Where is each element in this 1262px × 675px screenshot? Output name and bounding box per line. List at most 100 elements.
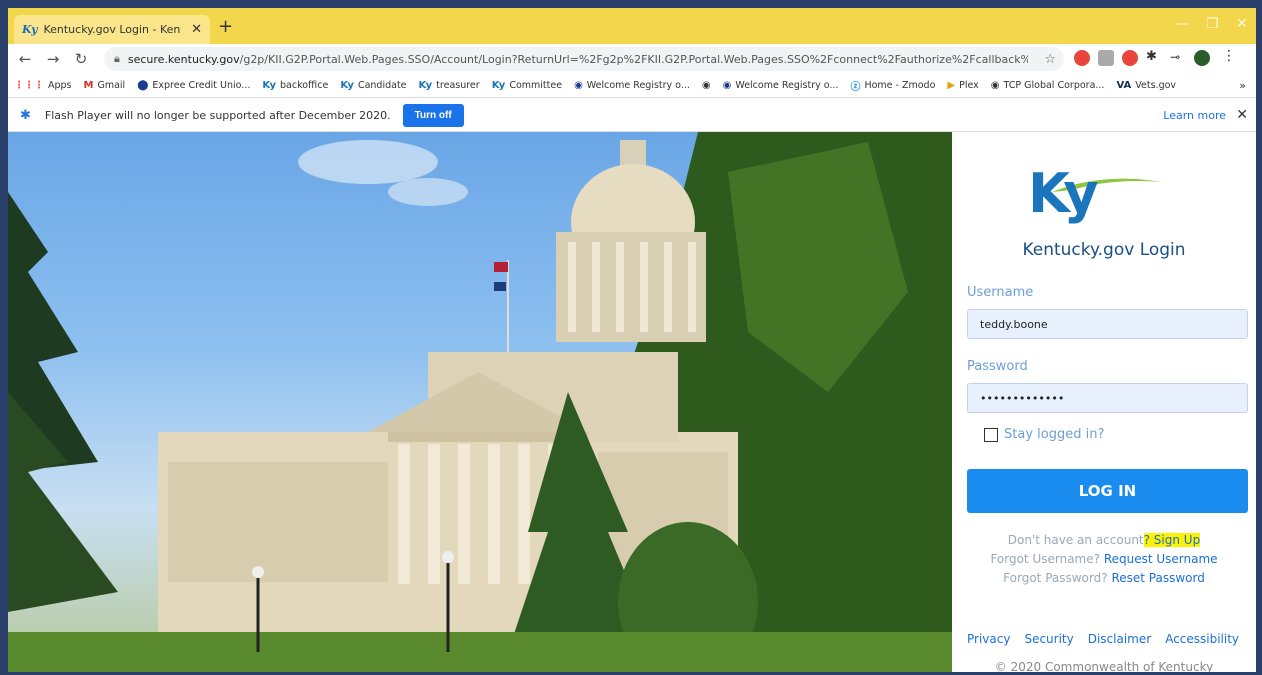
infobar-close-icon[interactable]: ✕ [1236, 107, 1248, 123]
forward-icon[interactable]: → [42, 50, 64, 68]
request-username-link[interactable]: Request Username [1104, 552, 1218, 566]
toolbar: ← → ↻ 🔒︎ secure.kentucky.gov/g2p/KII.G2P… [8, 44, 1256, 74]
extensions-puzzle-icon[interactable]: ✱ [1146, 49, 1162, 65]
copyright: © 2020 Commonwealth of Kentucky [994, 660, 1214, 672]
browser-window: Ky Kentucky.gov Login - Kentucky.g ✕ + —… [8, 8, 1256, 672]
login-panel: Ky Kentucky.gov Login Username Password … [952, 132, 1256, 672]
ky-icon: Ky [491, 80, 506, 91]
bookmarks-overflow-icon[interactable]: » [1239, 79, 1246, 92]
bookmark-label: backoffice [280, 80, 329, 91]
reset-password-link[interactable]: Reset Password [1111, 571, 1204, 585]
stay-logged-in-label: Stay logged in? [1004, 427, 1105, 442]
forgot-username-text: Forgot Username? [990, 552, 1100, 566]
password-label: Password [967, 359, 1028, 374]
ky-icon: Ky [418, 80, 433, 91]
stay-logged-in-checkbox[interactable] [984, 427, 998, 442]
menu-icon[interactable]: ⋮ [1222, 48, 1238, 64]
ky-icon: Ky [262, 80, 276, 91]
bookmarks-bar: ⋮⋮⋮ Apps M Gmail ⬤ Expree Credit Unio... Ky bac… [8, 74, 1256, 98]
footer-link-privacy[interactable]: Privacy [967, 632, 1010, 646]
profile-avatar[interactable] [1194, 50, 1210, 66]
lock-icon[interactable]: 🔒︎ [114, 52, 120, 66]
gmail-icon: M [83, 80, 94, 91]
bookmark-item[interactable]: Ky Committee [492, 80, 562, 91]
url-path: /g2p/KII.G2P.Portal.Web.Pages.SSO/Accoun… [239, 52, 1028, 66]
minimize-icon[interactable]: — [1176, 16, 1190, 32]
bookmark-item[interactable]: M Gmail [84, 80, 126, 91]
maximize-icon[interactable]: ❐ [1206, 16, 1219, 32]
tab-close-icon[interactable]: ✕ [191, 22, 202, 37]
key-icon[interactable]: ⊸ [1170, 50, 1186, 66]
bookmark-item[interactable]: ▶ Plex [947, 80, 978, 91]
footer-link-security[interactable]: Security [1024, 632, 1073, 646]
back-icon[interactable]: ← [14, 50, 36, 68]
apps-icon: ⋮⋮⋮ [14, 80, 44, 91]
bookmark-label: TCP Global Corpora... [1003, 80, 1105, 91]
bookmark-item[interactable]: ◉ [702, 80, 711, 91]
forgot-password-line: Forgot Password? Reset Password [952, 571, 1256, 585]
infobar-message: Flash Player will no longer be supported… [44, 108, 391, 122]
bookmark-label: Committee [509, 80, 563, 91]
login-title: Kentucky.gov Login [1022, 240, 1186, 260]
bookmark-label: Apps [48, 80, 72, 91]
tab-title: Kentucky.gov Login - Kentucky.g [43, 23, 181, 36]
bookmark-label: treasurer [436, 80, 480, 91]
reload-icon[interactable]: ↻ [70, 50, 92, 68]
username-input[interactable] [967, 309, 1248, 339]
bookmark-label: Vets.gov [1135, 80, 1177, 91]
bookmark-item[interactable]: ◉ TCP Global Corpora... [991, 80, 1105, 91]
bookmark-item[interactable]: ⋮⋮⋮ Apps [14, 80, 72, 91]
window-close-icon[interactable]: ✕ [1236, 16, 1248, 32]
bookmark-item[interactable]: ◉ Welcome Registry o... [574, 80, 690, 91]
bookmark-item[interactable]: Ky Candidate [340, 80, 406, 91]
title-bar: Ky Kentucky.gov Login - Kentucky.g ✕ + —… [8, 8, 1256, 44]
forgot-username-line: Forgot Username? Request Username [952, 552, 1256, 566]
zmodo-icon: ⓩ [850, 82, 861, 93]
new-tab-button[interactable]: + [218, 18, 233, 36]
bookmark-label: Home - Zmodo [864, 80, 936, 91]
no-account-text: Don't have an account [1007, 533, 1144, 547]
va-icon: VA [1116, 80, 1132, 91]
globe-icon: ◉ [990, 80, 1000, 91]
flash-infobar: ✱ Flash Player will no longer be support… [8, 99, 1256, 132]
stay-logged-in[interactable]: Stay logged in? [984, 427, 1104, 442]
puzzle-icon: ✱ [20, 107, 31, 123]
bookmark-item[interactable]: ◉ Welcome Registry o... [723, 80, 839, 91]
bookmark-item[interactable]: ⬤ Expree Credit Unio... [137, 80, 250, 91]
registry-icon: ◉ [574, 80, 583, 91]
bookmark-label: Welcome Registry o... [735, 80, 839, 91]
forgot-password-text: Forgot Password? [1003, 571, 1108, 585]
ky-logo-text: Ky [1028, 162, 1099, 225]
capitol-illustration [8, 132, 952, 672]
bookmark-item[interactable]: ⓩ Home - Zmodo [850, 78, 935, 93]
address-bar[interactable]: 🔒︎ secure.kentucky.gov/g2p/KII.G2P.Porta… [104, 47, 1064, 71]
url-text[interactable]: secure.kentucky.gov/g2p/KII.G2P.Portal.W… [128, 53, 1028, 66]
footer-links: Privacy Security Disclaimer Accessibilit… [967, 632, 1239, 646]
turn-off-button[interactable]: Turn off [402, 103, 464, 127]
bookmark-star-icon[interactable]: ☆ [1044, 52, 1056, 67]
bookmark-label: Welcome Registry o... [586, 80, 690, 91]
bookmark-item[interactable]: Ky treasurer [419, 80, 480, 91]
ky-favicon-icon: Ky [22, 23, 38, 36]
globe-icon: ◉ [701, 80, 711, 91]
footer-link-accessibility[interactable]: Accessibility [1165, 632, 1239, 646]
bookmark-label: Plex [959, 80, 979, 91]
extension-icon[interactable] [1098, 50, 1114, 66]
learn-more-link[interactable]: Learn more [1163, 109, 1226, 122]
login-button[interactable]: LOG IN [967, 469, 1248, 513]
registry-icon: ◉ [722, 80, 732, 91]
opera-extension-icon[interactable] [1074, 50, 1090, 66]
url-host: secure.kentucky.gov [127, 52, 240, 66]
signup-line: Don't have an account? Sign Up [952, 533, 1256, 547]
plex-icon: ▶ [947, 80, 956, 91]
sign-up-link[interactable]: ? Sign Up [1143, 533, 1201, 547]
capitol-photo [8, 132, 952, 672]
adblock-extension-icon[interactable] [1122, 50, 1138, 66]
bookmark-item[interactable]: Ky backoffice [262, 80, 328, 91]
bookmark-label: Expree Credit Unio... [152, 80, 251, 91]
footer-link-disclaimer[interactable]: Disclaimer [1088, 632, 1151, 646]
password-input[interactable] [967, 383, 1248, 413]
bookmark-item[interactable]: VA Vets.gov [1116, 80, 1176, 91]
credit-union-icon: ⬤ [137, 80, 149, 91]
browser-tab[interactable]: Ky Kentucky.gov Login - Kentucky.g ✕ [14, 15, 210, 44]
